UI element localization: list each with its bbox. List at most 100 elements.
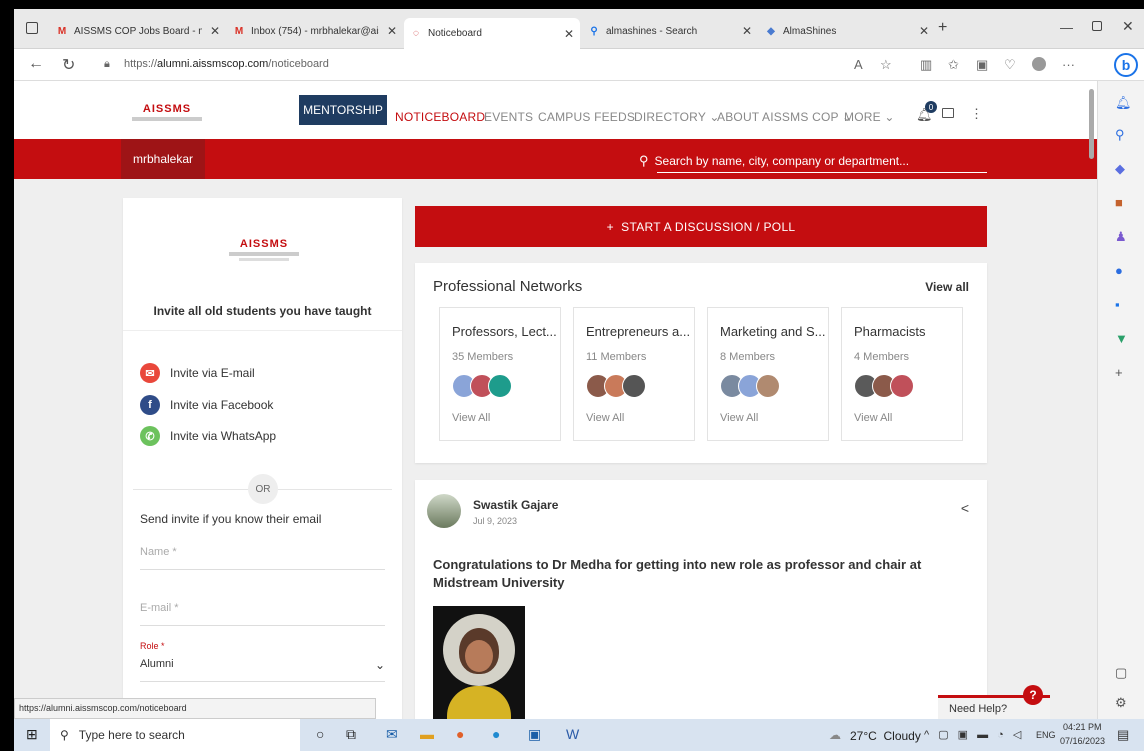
weather-cloud-icon: ☁ (829, 728, 841, 742)
member-avatars (452, 374, 512, 398)
cortana-icon[interactable]: ○ (316, 726, 324, 742)
refresh-icon[interactable]: ↻ (62, 55, 75, 75)
clock-date[interactable]: 07/16/2023 (1060, 736, 1105, 746)
post-author[interactable]: Swastik Gajare (473, 498, 558, 512)
tray-icons[interactable]: ^ ▢ ▣ ▬ ◔ ◁ (924, 728, 1024, 741)
facebook-icon: f (140, 395, 160, 415)
web-page: AISSMS MENTORSHIP NOTICEBOARD EVENTS CAM… (14, 81, 1097, 719)
task-view-icon[interactable]: ⧉ (346, 726, 356, 743)
kebab-menu-icon[interactable]: ⋮ (970, 106, 983, 122)
search-input[interactable]: Search by name, city, company or departm… (655, 154, 910, 168)
network-card[interactable]: Marketing and S... 8 Members View All (707, 307, 829, 441)
drop-icon[interactable]: ▼ (1115, 331, 1128, 346)
email-input[interactable]: E-mail * (140, 602, 385, 626)
tab-noticeboard[interactable]: ◌ Noticeboard ✕ (404, 18, 580, 49)
messages-icon[interactable] (942, 108, 954, 118)
mail-app-icon[interactable]: ✉ (386, 726, 398, 743)
invite-card: AISSMS Invite all old students you have … (123, 198, 402, 719)
scrollbar-thumb[interactable] (1089, 89, 1094, 159)
url-field[interactable]: https://alumni.aissmscop.com/noticeboard (124, 58, 329, 70)
user-menu[interactable]: mrbhalekar (121, 139, 205, 179)
close-tab-icon[interactable]: ✕ (919, 24, 929, 38)
firefox-icon[interactable]: ● (456, 726, 464, 742)
word-icon[interactable]: W (566, 726, 579, 742)
sidebar-toggle-icon[interactable]: ▢ (1115, 665, 1127, 681)
favorites-icon[interactable]: ✩ (948, 57, 959, 73)
new-tab-icon[interactable]: + (938, 19, 947, 37)
nav-noticeboard[interactable]: NOTICEBOARD (395, 110, 485, 124)
games-icon[interactable]: ♟ (1115, 229, 1127, 245)
settings-gear-icon[interactable]: ⚙ (1115, 695, 1127, 711)
close-tab-icon[interactable]: ✕ (742, 24, 752, 38)
collections-icon[interactable]: ▣ (976, 57, 988, 73)
clock-time[interactable]: 04:21 PM (1063, 722, 1102, 732)
weather-widget[interactable]: 27°C Cloudy (850, 729, 921, 743)
start-discussion-button[interactable]: + START A DISCUSSION / POLL (415, 206, 987, 247)
close-window-icon[interactable]: ✕ (1122, 18, 1134, 35)
view-all-networks-link[interactable]: View all (925, 280, 969, 294)
close-tab-icon[interactable]: ✕ (387, 24, 397, 38)
name-input[interactable]: Name * (140, 546, 385, 570)
site-logo[interactable]: AISSMS (132, 103, 202, 121)
post-date: Jul 9, 2023 (473, 516, 518, 526)
address-bar: ← ↻ 🔒︎ https://alumni.aissmscop.com/noti… (14, 49, 1144, 81)
post-image[interactable] (433, 606, 525, 719)
lock-icon: 🔒︎ (104, 58, 110, 70)
restore-icon[interactable] (1092, 21, 1102, 31)
favorite-star-icon[interactable]: ☆ (880, 57, 892, 73)
directory-search[interactable]: ⚲ Search by name, city, company or depar… (639, 151, 1009, 173)
invite-logo: AISSMS (229, 238, 299, 261)
office-icon[interactable]: ● (1115, 263, 1123, 278)
extensions-icon[interactable]: ♡ (1004, 57, 1016, 73)
tab-almashines[interactable]: ◆ AlmaShines ✕ (759, 21, 935, 41)
more-options-icon[interactable]: ··· (1062, 57, 1075, 72)
share-icon[interactable]: < (961, 500, 969, 516)
language-indicator[interactable]: ENG (1036, 730, 1056, 740)
edge-icon[interactable]: ● (492, 726, 500, 742)
add-icon[interactable]: + (1115, 365, 1123, 380)
tab-search[interactable]: ⚲ almashines - Search ✕ (582, 21, 758, 41)
member-avatars (854, 374, 914, 398)
nav-about[interactable]: ABOUT AISSMS COP ⌄ (717, 110, 852, 124)
minimize-icon[interactable]: — (1060, 20, 1073, 35)
nav-events[interactable]: EVENTS (484, 110, 533, 124)
outlook-icon[interactable]: ▪ (1115, 297, 1120, 312)
close-tab-icon[interactable]: ✕ (210, 24, 220, 38)
edge-sidebar: 🔔︎ ⚲ ◆ ■ ♟ ● ▪ ▼ + ▢ ⚙ (1097, 81, 1144, 719)
taskbar-search[interactable]: ⚲ Type here to search (50, 719, 300, 751)
bing-copilot-icon[interactable]: b (1114, 53, 1138, 77)
network-card[interactable]: Professors, Lect... 35 Members View All (439, 307, 561, 441)
nav-campus-feeds[interactable]: CAMPUS FEEDS (538, 110, 635, 124)
network-card[interactable]: Pharmacists 4 Members View All (841, 307, 963, 441)
search-icon[interactable]: ⚲ (1115, 127, 1125, 143)
invite-heading: Invite all old students you have taught (153, 304, 372, 318)
invite-whatsapp-button[interactable]: ✆ Invite via WhatsApp (140, 426, 276, 446)
tab-jobs-board[interactable]: M AISSMS COP Jobs Board - mrbha ✕ (50, 21, 226, 41)
professional-networks-card: Professional Networks View all Professor… (415, 263, 987, 463)
author-avatar[interactable] (427, 494, 461, 528)
help-icon[interactable]: ? (1023, 685, 1043, 705)
close-tab-icon[interactable]: ✕ (564, 27, 574, 41)
shopping-tag-icon[interactable]: ◆ (1115, 161, 1125, 177)
photos-icon[interactable]: ▣ (528, 726, 541, 743)
invite-email-button[interactable]: ✉ Invite via E-mail (140, 363, 255, 383)
status-url: https://alumni.aissmscop.com/noticeboard (14, 698, 376, 719)
file-explorer-icon[interactable]: ▬ (420, 726, 434, 742)
invite-facebook-button[interactable]: f Invite via Facebook (140, 395, 273, 415)
tab-inbox[interactable]: M Inbox (754) - mrbhalekar@aissm ✕ (227, 21, 403, 41)
tools-icon[interactable]: ■ (1115, 195, 1123, 210)
workspaces-icon[interactable] (26, 22, 38, 34)
split-screen-icon[interactable]: ▥ (920, 57, 932, 73)
notification-center-icon[interactable]: ▤ (1117, 727, 1129, 743)
nav-mentorship[interactable]: MENTORSHIP (299, 95, 387, 125)
gmail-icon: M (234, 25, 244, 37)
nav-directory[interactable]: DIRECTORY ⌄ (634, 110, 720, 124)
role-select[interactable]: Alumni ⌄ (140, 658, 385, 682)
read-aloud-icon[interactable]: A (854, 57, 863, 72)
windows-start-icon[interactable]: ⊞ (26, 726, 38, 743)
nav-more[interactable]: MORE ⌄ (844, 110, 895, 124)
back-icon[interactable]: ← (28, 55, 44, 73)
network-card[interactable]: Entrepreneurs a... 11 Members View All (573, 307, 695, 441)
profile-avatar[interactable] (1032, 57, 1046, 71)
notification-icon[interactable]: 🔔︎ (1115, 95, 1132, 111)
